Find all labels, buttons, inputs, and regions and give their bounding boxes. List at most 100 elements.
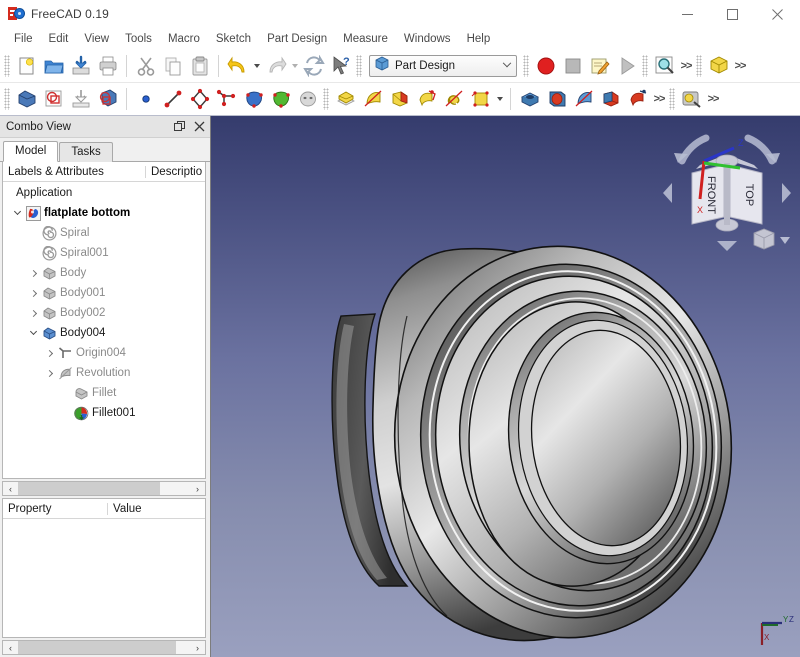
toolbar-grip-structure[interactable]	[696, 55, 702, 77]
menu-help[interactable]: Help	[459, 31, 499, 47]
float-panel-icon[interactable]	[170, 118, 188, 136]
tree-item-spiral[interactable]: Spiral	[3, 223, 205, 243]
create-clone-button[interactable]	[294, 86, 321, 113]
chevron-down-icon[interactable]	[11, 203, 24, 223]
redo-dropdown-arrow[interactable]	[289, 53, 300, 80]
tree-item-body002[interactable]: Body002	[3, 303, 205, 323]
toolbar-grip-measure[interactable]	[669, 88, 675, 110]
create-subobject-shapebinder-button[interactable]	[267, 86, 294, 113]
tree-column-description[interactable]: Descriptio	[146, 166, 205, 178]
additive-primitive-dropdown-arrow[interactable]	[494, 86, 505, 113]
maximize-icon[interactable]	[710, 0, 755, 28]
create-part-button[interactable]	[705, 53, 732, 80]
create-datum-line-button[interactable]	[159, 86, 186, 113]
paste-button[interactable]	[186, 53, 213, 80]
tree-column-labels-attributes[interactable]: Labels & Attributes	[3, 165, 146, 178]
create-datum-point-button[interactable]	[132, 86, 159, 113]
hole-button[interactable]	[543, 86, 570, 113]
menu-part-design[interactable]: Part Design	[259, 31, 335, 47]
attach-sketch-button[interactable]	[67, 86, 94, 113]
scroll-right-arrow[interactable]: ›	[190, 641, 205, 654]
copy-button[interactable]	[159, 53, 186, 80]
scroll-thumb[interactable]	[18, 482, 160, 495]
print-document-button[interactable]	[94, 53, 121, 80]
menu-edit[interactable]: Edit	[41, 31, 77, 47]
subtractive-loft-button[interactable]	[597, 86, 624, 113]
tree-item-application[interactable]: Application	[3, 183, 205, 203]
undo-button[interactable]	[224, 53, 251, 80]
scroll-thumb[interactable]	[18, 641, 176, 654]
tree-item-flatplate-bottom[interactable]: flatplate bottom	[3, 203, 205, 223]
additive-helix-button[interactable]	[440, 86, 467, 113]
additive-pipe-button[interactable]	[413, 86, 440, 113]
toolbar-grip-partdesign[interactable]	[4, 88, 10, 110]
menu-view[interactable]: View	[76, 31, 117, 47]
tree-item-origin004[interactable]: Origin004	[3, 343, 205, 363]
menu-windows[interactable]: Windows	[396, 31, 459, 47]
close-icon[interactable]	[755, 0, 800, 28]
validate-sketch-button[interactable]	[94, 86, 121, 113]
undo-dropdown-arrow[interactable]	[251, 53, 262, 80]
chevron-down-icon[interactable]	[27, 323, 40, 343]
scroll-right-arrow[interactable]: ›	[190, 482, 205, 495]
refresh-button[interactable]	[300, 53, 327, 80]
chevron-right-icon[interactable]	[43, 343, 56, 363]
subtractive-pipe-button[interactable]	[624, 86, 651, 113]
whats-this-button[interactable]: ?	[327, 53, 354, 80]
create-shapebinder-button[interactable]	[240, 86, 267, 113]
navigation-cube[interactable]: Z X FRONT TOP	[662, 121, 792, 256]
groove-button[interactable]	[570, 86, 597, 113]
toolbar-grip-macro[interactable]	[523, 55, 529, 77]
scroll-track[interactable]	[18, 641, 190, 654]
toolbar-grip-additive[interactable]	[323, 88, 329, 110]
close-panel-icon[interactable]	[190, 118, 208, 136]
toolbar-overflow-subtractive[interactable]: >>	[651, 86, 667, 113]
chevron-right-icon[interactable]	[27, 263, 40, 283]
tab-model[interactable]: Model	[3, 141, 59, 162]
toolbar-grip-file[interactable]	[4, 55, 10, 77]
toolbar-overflow-structure[interactable]: >>	[732, 53, 748, 80]
chevron-right-icon[interactable]	[43, 363, 56, 383]
tree-item-revolution[interactable]: Revolution	[3, 363, 205, 383]
macro-record-button[interactable]	[532, 53, 559, 80]
macros-button[interactable]	[586, 53, 613, 80]
menu-macro[interactable]: Macro	[160, 31, 208, 47]
toolbar-overflow-view[interactable]: >>	[678, 53, 694, 80]
additive-primitive-button[interactable]	[467, 86, 494, 113]
additive-loft-button[interactable]	[386, 86, 413, 113]
execute-macro-button[interactable]	[613, 53, 640, 80]
minimize-icon[interactable]	[665, 0, 710, 28]
cut-button[interactable]	[132, 53, 159, 80]
property-column-property[interactable]: Property	[3, 502, 108, 515]
save-document-button[interactable]	[67, 53, 94, 80]
scroll-left-arrow[interactable]: ‹	[3, 482, 18, 495]
create-local-coordinate-system-button[interactable]	[213, 86, 240, 113]
tree-hscrollbar[interactable]: ‹ ›	[2, 481, 206, 496]
menu-file[interactable]: File	[6, 31, 41, 47]
toolbar-overflow-measure[interactable]: >>	[705, 86, 721, 113]
macro-stop-button[interactable]	[559, 53, 586, 80]
redo-button[interactable]	[262, 53, 289, 80]
create-datum-plane-button[interactable]	[186, 86, 213, 113]
workbench-selector[interactable]: Part Design	[369, 55, 517, 77]
scroll-track[interactable]	[18, 482, 190, 495]
menu-tools[interactable]: Tools	[117, 31, 160, 47]
3d-viewport[interactable]: Z X FRONT TOP X Y Z	[210, 116, 800, 657]
property-column-value[interactable]: Value	[108, 503, 205, 515]
revolution-button[interactable]	[359, 86, 386, 113]
property-hscrollbar[interactable]: ‹ ›	[2, 640, 206, 655]
tree-item-fillet[interactable]: Fillet	[3, 383, 205, 403]
tree-item-body004[interactable]: Body004	[3, 323, 205, 343]
tree-item-fillet001[interactable]: Fillet001	[3, 403, 205, 423]
menu-sketch[interactable]: Sketch	[208, 31, 259, 47]
chevron-right-icon[interactable]	[27, 303, 40, 323]
pad-button[interactable]	[332, 86, 359, 113]
chevron-down-icon[interactable]	[498, 58, 516, 69]
measure-button[interactable]	[678, 86, 705, 113]
tree-item-body[interactable]: Body	[3, 263, 205, 283]
create-sketch-button[interactable]	[40, 86, 67, 113]
tree-item-body001[interactable]: Body001	[3, 283, 205, 303]
pocket-button[interactable]	[516, 86, 543, 113]
toolbar-grip-workbench[interactable]	[356, 55, 362, 77]
toolbar-grip-view[interactable]	[642, 55, 648, 77]
